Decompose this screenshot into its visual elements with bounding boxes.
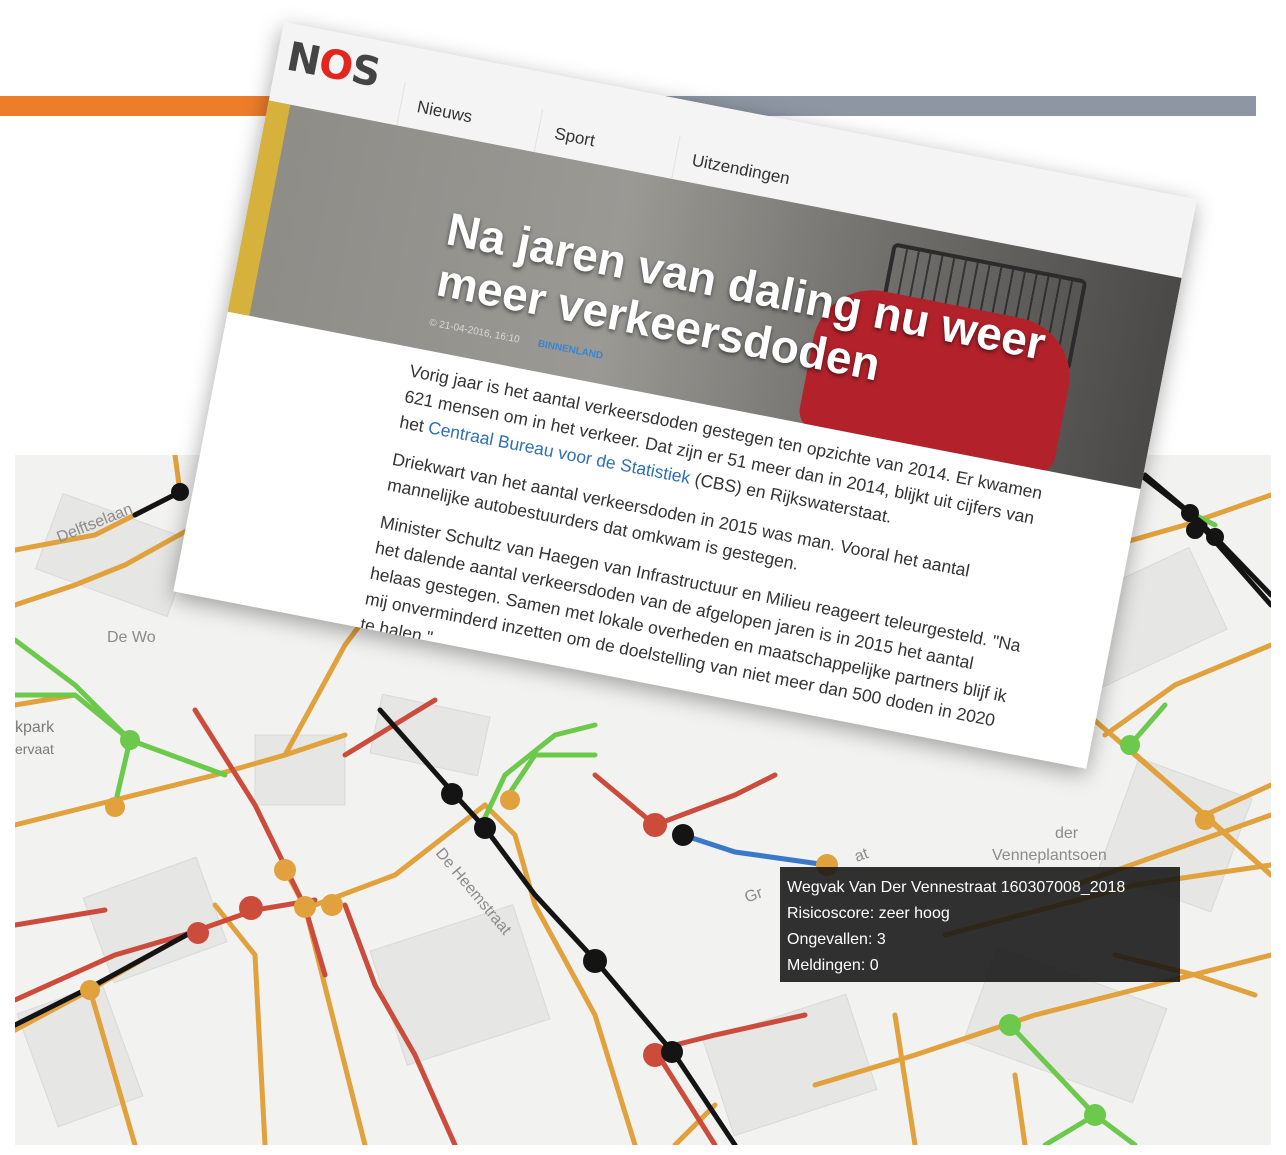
tooltip-accidents: Ongevallen: 3 xyxy=(787,931,886,948)
tooltip-risk-score: Risicoscore: zeer hoog xyxy=(787,905,950,922)
accent-bar-orange xyxy=(0,96,300,116)
selected-road-segment[interactable] xyxy=(680,832,830,868)
map-label-park: kpark xyxy=(15,719,55,736)
tooltip-reports: Meldingen: 0 xyxy=(787,957,879,974)
map-label-street: De Wo xyxy=(107,629,156,646)
map-label-street: Venneplantsoen xyxy=(992,847,1107,864)
hero-yellow-pole xyxy=(227,100,291,316)
article-category[interactable]: BINNENLAND xyxy=(537,338,604,361)
tooltip-segment-name: Wegvak Van Der Vennestraat 160307008_201… xyxy=(787,879,1126,896)
article-date: © 21-04-2016, 16:10 xyxy=(428,317,521,346)
map-label-street: der xyxy=(1055,825,1079,842)
map-label-park: ervaat xyxy=(15,741,54,757)
nos-logo: NOS xyxy=(283,33,384,97)
road-segment-tooltip: Wegvak Van Der Vennestraat 160307008_201… xyxy=(780,867,1180,982)
